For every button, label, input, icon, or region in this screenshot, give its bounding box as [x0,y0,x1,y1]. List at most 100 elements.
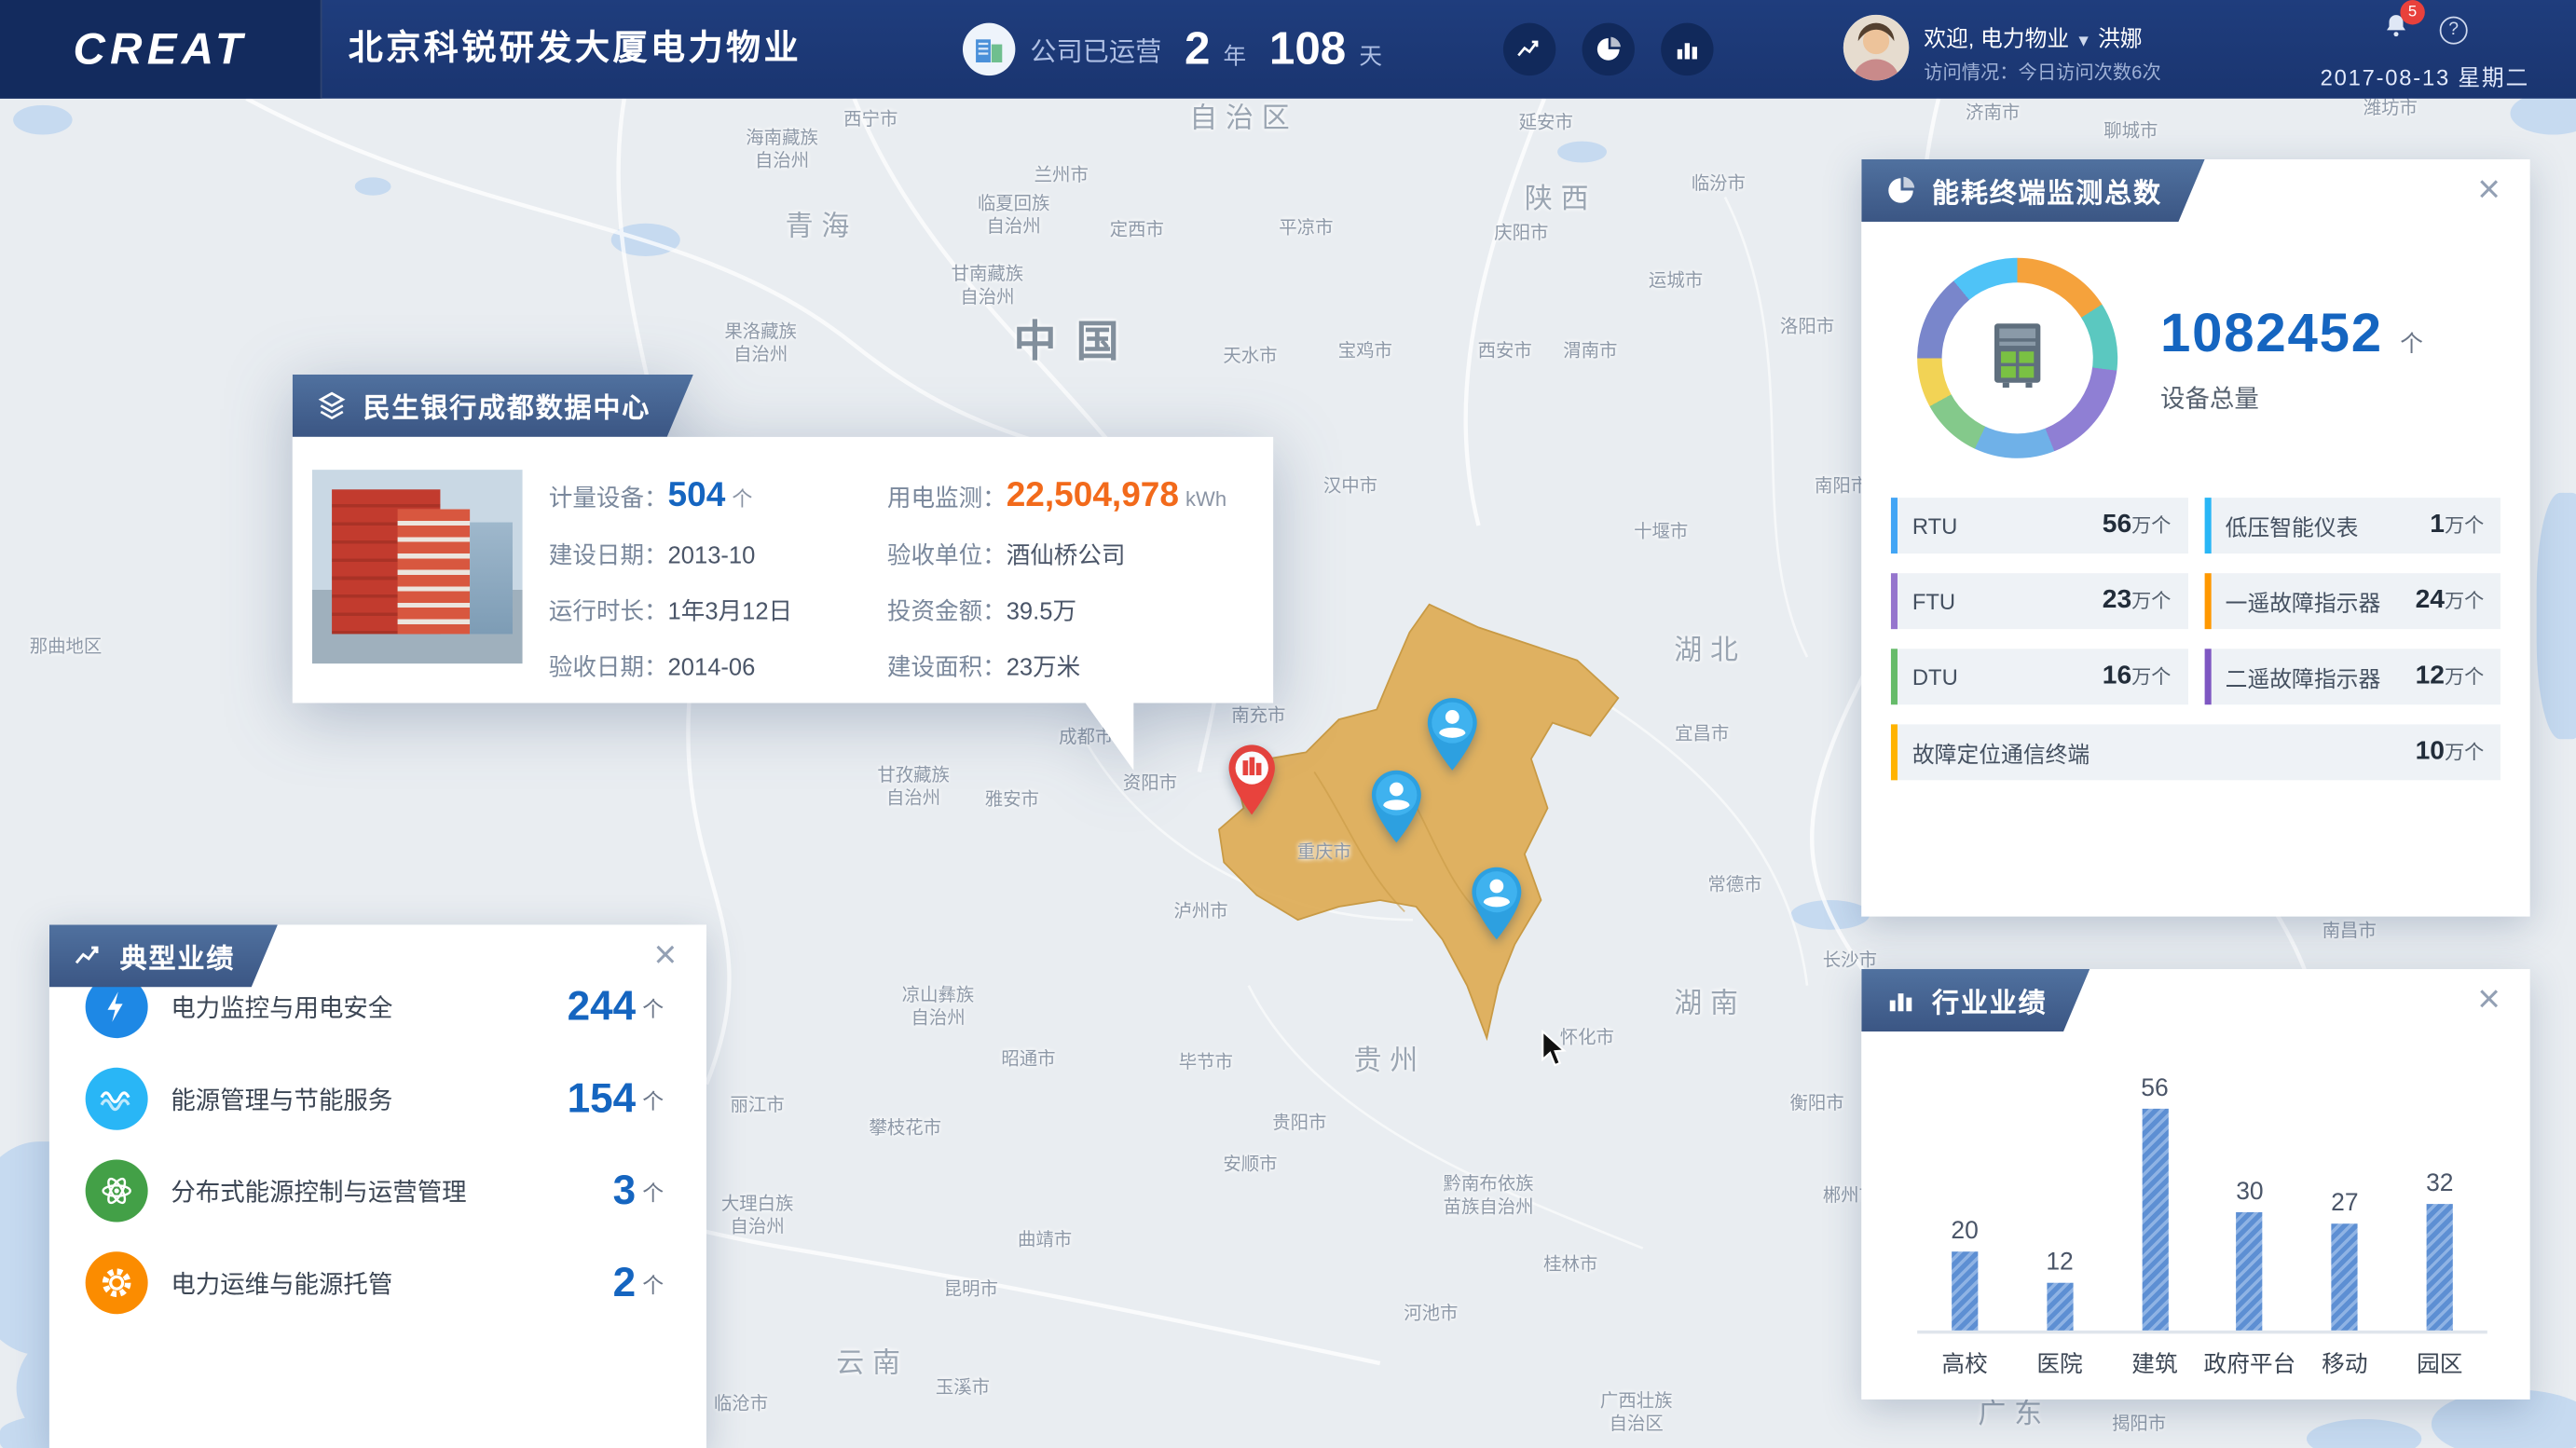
header: CREAT 北京科锐研发大厦电力物业 公司已运营 2 年 108 天 欢迎, 电… [0,0,2576,99]
map-label: 兰州市 [1034,166,1089,186]
popup-stat: 计量设备： 504 个 [548,476,753,514]
map-label: 玉溪市 [935,1378,991,1399]
map-marker-person[interactable] [1365,769,1428,844]
map-label: 广西壮族 自治区 [1599,1391,1673,1434]
wave-icon [85,1067,148,1130]
device-cabinet-icon [1978,315,2057,402]
bar-category-label: 医院 [2036,1349,2083,1377]
close-icon[interactable]: × [2468,978,2511,1022]
map-label: 天水市 [1223,347,1278,367]
trend-chart-button[interactable] [1502,22,1556,76]
terminal-stat-label: 低压智能仪表 [2225,515,2359,540]
terminal-stat-value: 56万个 [2102,511,2172,540]
map-label: 攀枝花市 [869,1118,942,1139]
map-label: 临沧市 [713,1394,769,1414]
bar [1951,1251,1979,1331]
terminal-stat-value: 16万个 [2102,662,2172,690]
terminal-panel: 能耗终端监测总数 × 1082452 个 设备总量 RTU 56万个 低压智能仪表 1… [1861,158,2530,917]
map-label: 济南市 [1966,103,2021,124]
map-label: 广东 [1978,1398,2050,1430]
map-label: 贵阳市 [1272,1113,1327,1134]
performance-item-unit: 个 [642,1180,665,1205]
map-label: 庆阳市 [1494,223,1549,244]
pie-icon [1884,174,1917,207]
bar-category-label: 园区 [2417,1349,2463,1377]
header-toolbar [1502,22,1714,76]
years-unit: 年 [1223,42,1247,70]
bar-chart-icon [1884,984,1917,1017]
map-label: 汉中市 [1322,476,1378,497]
map-marker-person[interactable] [1421,696,1484,772]
map-label: 聊城市 [2103,121,2158,142]
terminal-stat-label: RTU [1911,512,1958,539]
close-icon[interactable]: × [2468,169,2511,212]
performance-item-value: 2 [612,1259,637,1305]
map-label: 洛阳市 [1779,317,1835,337]
bar-value: 56 [2141,1073,2169,1102]
device-total-label: 设备总量 [2160,385,2259,414]
performance-panel-title: 典型业绩 [119,944,236,975]
bar-group: 30 [2211,1178,2290,1331]
map-label: 大理白族 自治州 [720,1194,794,1237]
map-label: 陕西 [1524,183,1597,214]
trend-icon [73,939,105,972]
bar-value: 12 [2046,1248,2074,1277]
map-label: 延安市 [1518,113,1573,134]
performance-item: 分布式能源控制与运营管理 3 个 [85,1145,665,1237]
user-menu[interactable]: 欢迎, 电力物业 ▼ 洪娜 访问情况：今日访问次数6次 [1843,14,2161,86]
terminal-stat: FTU 23万个 [1890,573,2188,630]
bar-chart-button[interactable] [1661,22,1714,76]
popup-stat: 用电监测： 22,504,978 kWh [886,476,1227,514]
bar-group: 32 [2400,1169,2479,1331]
map-label: 自治区 [1189,102,1298,134]
device-total-unit: 个 [2400,329,2423,356]
map-label: 贵州 [1353,1045,1427,1077]
terminal-stat-value: 24万个 [2415,586,2485,615]
bar-group: 27 [2306,1189,2385,1331]
building-photo [311,470,523,664]
map-marker-building[interactable] [1224,744,1280,817]
terminal-stat-label: 故障定位通信终端 [1911,742,2090,768]
map-label: 临夏回族 自治州 [977,194,1050,237]
days-unit: 天 [1359,42,1383,70]
popup-stats: 计量设备： 504 个 用电监测： 22,504,978 kWh 建设日期： 2013-10 验… [548,470,1244,681]
terminal-stat-label: 二遥故障指示器 [2225,666,2381,692]
logo[interactable]: CREAT [0,0,322,99]
popup-stat: 建设日期： 2013-10 [548,543,756,570]
map-label: 南昌市 [2322,922,2377,942]
map-marker-person[interactable] [1465,866,1528,941]
weekday-text: 星期二 [2458,65,2530,90]
page-title: 北京科锐研发大厦电力物业 [348,29,802,68]
popup-stat: 验收日期： 2014-06 [548,655,756,682]
map-label: 临汾市 [1691,174,1746,195]
atom-icon [85,1159,148,1223]
user-name: 洪娜 [2097,26,2143,51]
terminal-stat-label: 一遥故障指示器 [2225,591,2381,617]
pie-chart-button[interactable] [1582,22,1635,76]
performance-item: 能源管理与节能服务 154 个 [85,1053,664,1145]
industry-panel-title: 行业业绩 [1932,989,2048,1018]
header-right: 5 ? 2017-08-13 星期二 [2294,0,2556,92]
performance-panel: 典型业绩 × 电力监控与用电安全 244 个能源管理与节能服务 154 个分布式能源控制… [48,924,706,1448]
close-icon[interactable]: × [644,934,687,977]
popup-stat: 验收单位： 酒仙桥公司 [886,543,1126,570]
terminal-stat: 低压智能仪表 1万个 [2203,498,2501,554]
performance-item-label: 电力监控与用电安全 [171,994,393,1023]
map-label: 渭南市 [1563,341,1618,362]
notification-badge: 5 [2400,0,2425,25]
site-popup: 民生银行成都数据中心 计量设备： 504 个 用电监测： 22,504,978 kWh 建设… [292,375,1274,771]
tools-icon [85,1251,148,1315]
date-display: 2017-08-13 星期二 [2294,59,2556,91]
help-icon[interactable]: ? [2439,15,2468,44]
map-label: 昭通市 [1001,1049,1056,1070]
terminal-stat-label: DTU [1911,664,1958,690]
dashboard: 西宁市 自治区 延安市 济南市 聊城市 潍坊市 海南藏族 自治州 兰州市 临汾市 陕西 临夏回族 自… [0,0,2576,1448]
map-label: 毕节市 [1178,1053,1233,1073]
user-line: 欢迎, 电力物业 ▼ 洪娜 [1924,20,2161,52]
notification-bell[interactable]: 5 [2382,0,2425,48]
map-label: 昆明市 [943,1279,998,1300]
popup-header: 民生银行成都数据中心 [293,375,693,437]
bar-categories: 高校 医院 建筑 政府平台 移动 园区 [1917,1333,2487,1379]
map-label: 西安市 [1477,341,1532,362]
map-label: 果洛藏族 自治州 [724,321,797,365]
